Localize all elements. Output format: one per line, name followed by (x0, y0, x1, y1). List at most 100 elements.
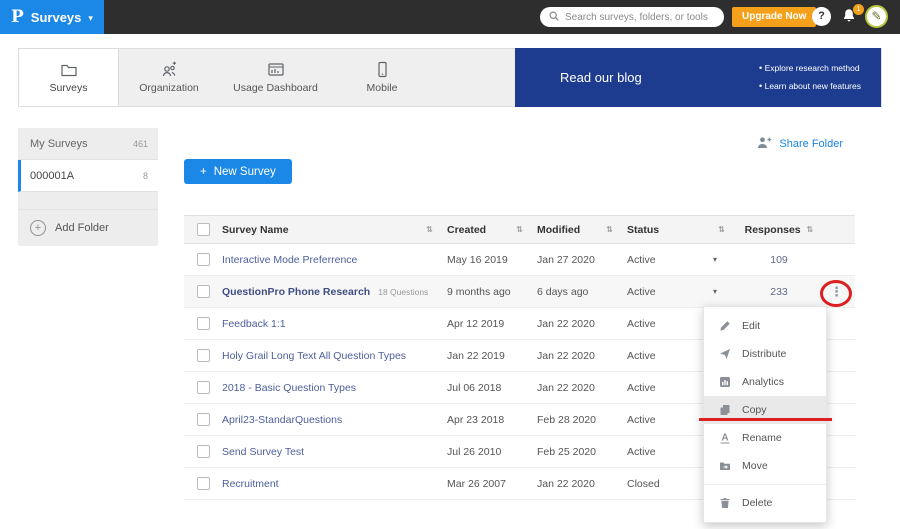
questionpro-logo: P (11, 7, 24, 27)
share-person-icon (757, 136, 772, 152)
row-checkbox[interactable] (197, 413, 210, 426)
tab-label: Organization (139, 82, 199, 94)
send-icon (719, 348, 731, 360)
header-modified[interactable]: Modified (537, 224, 580, 236)
pencil-icon: ✎ (871, 9, 881, 23)
sidebar-item-000001A[interactable]: 000001A 8 (18, 160, 158, 192)
sidebar-item-my-surveys[interactable]: My Surveys 461 (18, 128, 158, 160)
tab-mobile[interactable]: Mobile (332, 49, 432, 106)
header-status[interactable]: Status (627, 224, 659, 236)
app-switcher[interactable]: P Surveys ▾ (0, 0, 104, 34)
share-folder-button[interactable]: Share Folder (757, 136, 843, 152)
status-value: Active (627, 414, 656, 426)
tab-surveys[interactable]: Surveys (19, 49, 119, 106)
created-cell: Jul 06 2018 (447, 382, 537, 394)
menu-item-label: Analytics (742, 376, 784, 388)
survey-name-link[interactable]: April23-StandarQuestions (222, 414, 342, 426)
survey-name-link[interactable]: Holy Grail Long Text All Question Types (222, 350, 406, 362)
row-checkbox[interactable] (197, 445, 210, 458)
search-icon (549, 8, 559, 26)
survey-name-link[interactable]: Recruitment (222, 478, 279, 490)
created-cell: 9 months ago (447, 286, 537, 298)
status-dropdown-caret[interactable]: ▾ (713, 287, 717, 296)
survey-name-link[interactable]: 2018 - Basic Question Types (222, 382, 356, 394)
modified-cell: Jan 27 2020 (537, 254, 627, 266)
tab-label: Mobile (367, 82, 398, 94)
responses-count[interactable]: 109 (770, 254, 788, 266)
upgrade-now-button[interactable]: Upgrade Now (732, 7, 816, 27)
sort-icon[interactable]: ⇅ (516, 225, 523, 234)
status-dropdown-caret[interactable]: ▾ (713, 255, 717, 264)
header-responses[interactable]: Responses (745, 224, 801, 236)
menu-item-label: Edit (742, 320, 760, 332)
menu-item-distribute[interactable]: Distribute (704, 340, 826, 368)
menu-item-rename[interactable]: A Rename (704, 424, 826, 452)
share-folder-label: Share Folder (779, 138, 843, 150)
modified-cell: Feb 28 2020 (537, 414, 627, 426)
row-checkbox[interactable] (197, 285, 210, 298)
table-header-row: Survey Name ⇅ Created ⇅ Modified ⇅ Statu… (184, 215, 855, 244)
new-survey-label: New Survey (214, 166, 276, 178)
menu-item-label: Move (742, 460, 768, 472)
blog-bullet: Explore research method (759, 60, 861, 77)
table-row: Interactive Mode Preferrence May 16 2019… (184, 244, 855, 276)
page: P Surveys ▾ Upgrade Now ? 1 ✎ Survey (0, 0, 900, 529)
tab-usage-dashboard[interactable]: Usage Dashboard (219, 49, 332, 106)
add-folder-label: Add Folder (55, 222, 109, 234)
survey-name-link[interactable]: QuestionPro Phone Research (222, 286, 370, 298)
row-checkbox[interactable] (197, 477, 210, 490)
new-survey-button[interactable]: + New Survey (184, 159, 292, 184)
notifications-button[interactable]: 1 (842, 8, 858, 26)
sidebar-spacer (18, 192, 158, 210)
annotation-circle (820, 280, 852, 307)
menu-item-edit[interactable]: Edit (704, 312, 826, 340)
notification-badge: 1 (853, 4, 864, 15)
row-checkbox[interactable] (197, 349, 210, 362)
menu-item-delete[interactable]: Delete (704, 489, 826, 517)
modified-cell: Jan 22 2020 (537, 478, 627, 490)
table-row: QuestionPro Phone Research 18 Questions … (184, 276, 855, 308)
row-checkbox[interactable] (197, 317, 210, 330)
status-value: Active (627, 382, 656, 394)
folder-move-icon (719, 460, 731, 472)
folder-icon (60, 61, 78, 78)
menu-item-move[interactable]: Move (704, 452, 826, 480)
menu-item-label: Distribute (742, 348, 786, 360)
sort-icon[interactable]: ⇅ (718, 225, 725, 234)
dashboard-icon (267, 61, 285, 78)
global-search[interactable] (540, 7, 724, 27)
select-all-checkbox[interactable] (197, 223, 210, 236)
trash-icon (719, 497, 731, 509)
annotation-underline (699, 418, 832, 421)
row-checkbox[interactable] (197, 253, 210, 266)
folder-label: 000001A (30, 170, 74, 182)
header-created[interactable]: Created (447, 224, 486, 236)
help-button[interactable]: ? (812, 7, 831, 26)
people-icon (160, 61, 178, 78)
product-name: Surveys (31, 10, 82, 25)
copy-icon (719, 404, 731, 416)
responses-count[interactable]: 233 (770, 286, 788, 298)
feedback-button[interactable]: ✎ (865, 5, 888, 28)
modified-cell: Jan 22 2020 (537, 382, 627, 394)
blog-bullet-list: Explore research method Learn about new … (759, 60, 861, 94)
tab-organization[interactable]: Organization (119, 49, 219, 106)
question-count-badge: 18 Questions (378, 287, 428, 297)
chevron-down-icon: ▾ (88, 13, 93, 24)
blog-banner[interactable]: Read our blog Explore research method Le… (515, 48, 881, 107)
menu-item-analytics[interactable]: Analytics (704, 368, 826, 396)
sort-icon[interactable]: ⇅ (606, 225, 613, 234)
survey-name-link[interactable]: Interactive Mode Preferrence (222, 254, 357, 266)
sort-icon[interactable]: ⇅ (807, 225, 814, 234)
sort-icon[interactable]: ⇅ (426, 225, 433, 234)
add-folder-button[interactable]: + Add Folder (18, 210, 158, 246)
header-survey-name[interactable]: Survey Name (222, 224, 289, 236)
row-actions-menu: Edit Distribute Analytics Copy A Rename (703, 306, 827, 523)
search-input[interactable] (565, 12, 715, 23)
row-checkbox[interactable] (197, 381, 210, 394)
plus-icon: + (200, 166, 207, 178)
menu-item-label: Copy (742, 404, 767, 416)
survey-name-link[interactable]: Send Survey Test (222, 446, 304, 458)
survey-name-link[interactable]: Feedback 1:1 (222, 318, 286, 330)
folder-count: 461 (133, 139, 148, 149)
